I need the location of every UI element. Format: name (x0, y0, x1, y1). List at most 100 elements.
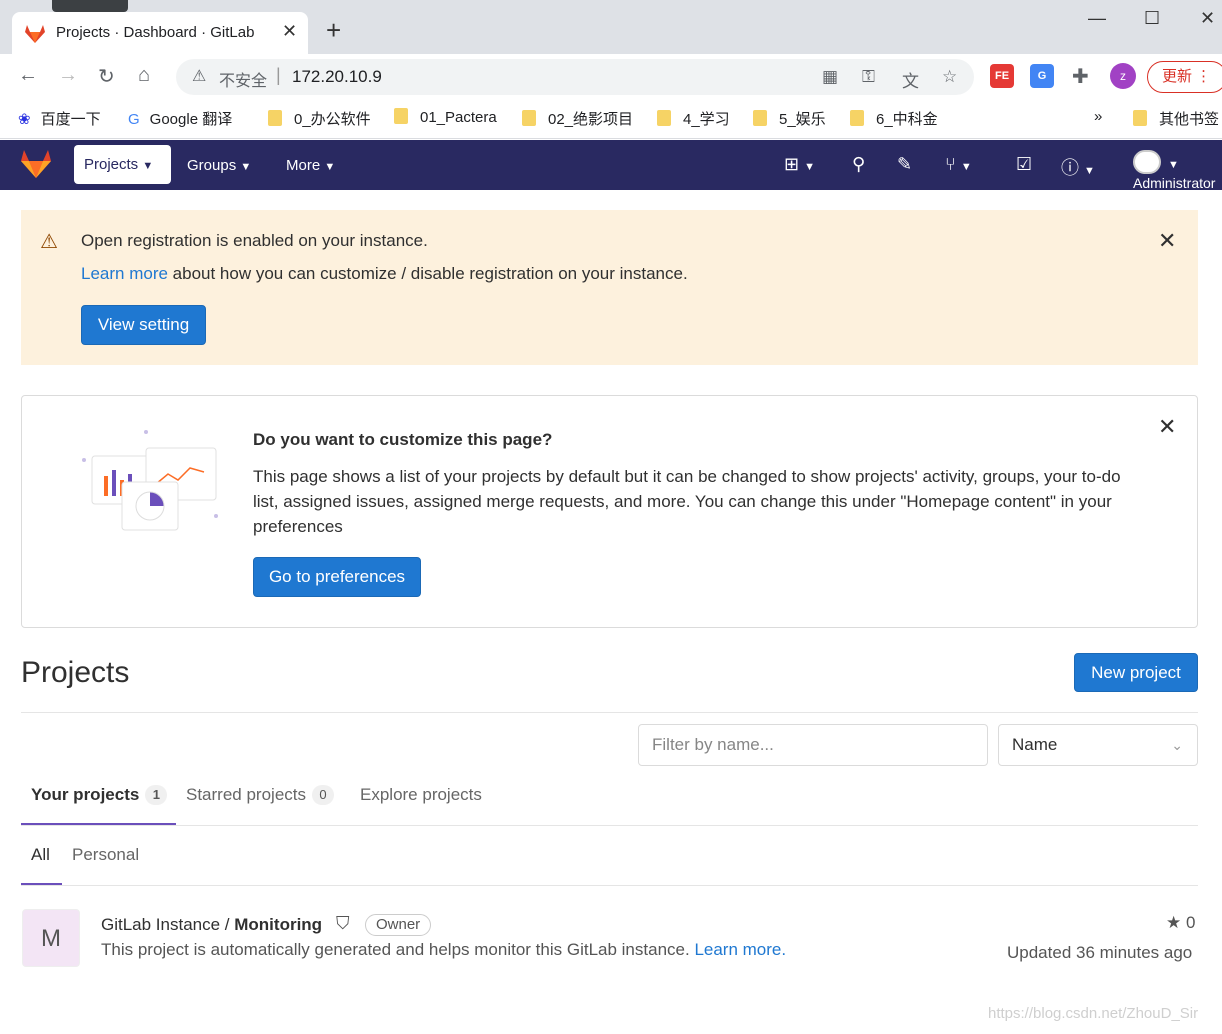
learn-more-link[interactable]: Learn more (81, 264, 168, 283)
todo-icon[interactable]: ☑ (1016, 154, 1032, 175)
baidu-paw-icon: ❀ (18, 111, 31, 128)
sort-select[interactable]: Name ⌄ (998, 724, 1198, 766)
subtab-all[interactable]: All (31, 845, 50, 865)
nav-groups-dropdown[interactable]: Groups ▼ (187, 157, 251, 174)
home-icon[interactable]: ⌂ (138, 64, 150, 87)
help-icon[interactable]: ⓘ ▼ (1061, 154, 1095, 180)
gitlab-navbar: Projects ▼ Groups ▼ More ▼ ⊞ ▼ ⚲ ✎ ⑂ ▼ ☑… (0, 140, 1222, 191)
bookmarks-overflow-icon[interactable]: » (1094, 108, 1102, 125)
plus-square-icon[interactable]: ⊞ ▼ (784, 154, 815, 175)
nav-projects-dropdown[interactable]: Projects ▼ (74, 145, 171, 184)
alert-body: Learn more about how you can customize /… (81, 264, 688, 283)
project-title-link[interactable]: GitLab Instance / Monitoring (101, 915, 322, 935)
tab-close-icon[interactable]: ✕ (282, 21, 297, 42)
close-icon[interactable]: ✕ (1158, 414, 1176, 440)
bookmark-folder[interactable]: 6_中科金 (850, 108, 938, 129)
window-grip (52, 0, 128, 12)
google-translate-extension-icon[interactable]: G (1030, 64, 1054, 88)
gitlab-logo-icon[interactable] (20, 149, 52, 179)
merge-request-icon[interactable]: ⑂ ▼ (945, 154, 972, 175)
updated-timestamp: Updated 36 minutes ago (1007, 943, 1193, 962)
chevron-down-icon: ▼ (324, 161, 336, 173)
callout-title: Do you want to customize this page? (253, 430, 553, 449)
project-avatar[interactable]: M (22, 909, 80, 967)
gitlab-favicon-icon (25, 25, 45, 43)
divider (21, 712, 1198, 713)
folder-icon (753, 110, 767, 126)
forward-icon[interactable]: → (58, 64, 78, 87)
window-close-icon[interactable]: ✕ (1200, 8, 1215, 29)
bookmark-folder[interactable]: 01_Pactera (394, 108, 497, 126)
maximize-icon[interactable]: ☐ (1144, 8, 1160, 29)
translate-icon[interactable]: 文 (902, 67, 919, 92)
registration-alert: ⚠ Open registration is enabled on your i… (21, 210, 1198, 365)
tab-explore-projects[interactable]: Explore projects (360, 785, 482, 805)
customize-homepage-callout: Do you want to customize this page? This… (21, 395, 1198, 628)
role-badge: Owner (365, 914, 432, 936)
new-project-button[interactable]: New project (1074, 653, 1198, 692)
view-setting-button[interactable]: View setting (81, 305, 206, 345)
browser-tab[interactable]: Projects · Dashboard · GitLab ✕ (12, 12, 308, 54)
illustration (82, 430, 218, 531)
bookmark-star-icon[interactable]: ☆ (942, 67, 957, 87)
fe-extension-icon[interactable]: FE (990, 64, 1014, 88)
learn-more-link[interactable]: Learn more. (694, 940, 786, 959)
chevron-down-icon: ⌄ (1171, 737, 1183, 753)
project-description: This project is automatically generated … (101, 940, 787, 959)
close-icon[interactable]: ✕ (1158, 228, 1176, 254)
chevron-down-icon: ▼ (240, 161, 252, 173)
callout-body: This page shows a list of your projects … (253, 467, 1121, 536)
warning-icon: ⚠ (40, 231, 58, 253)
folder-icon (657, 110, 671, 126)
tab-title: Projects · Dashboard · GitLab (56, 24, 255, 41)
chevron-down-icon: ▼ (142, 160, 154, 172)
alert-title: Open registration is enabled on your ins… (81, 231, 428, 250)
profile-avatar[interactable]: z (1110, 63, 1136, 89)
update-label: 更新 (1162, 68, 1193, 85)
go-to-preferences-button[interactable]: Go to preferences (253, 557, 421, 597)
avatar[interactable] (1133, 150, 1161, 174)
insecure-label: 不安全 (219, 73, 268, 90)
star-icon: ★ (1166, 913, 1182, 932)
user-name: Administrator (1133, 175, 1216, 191)
bookmark-google-translate[interactable]: G Google 翻译 (128, 108, 232, 129)
minimize-icon[interactable]: — (1088, 8, 1106, 29)
bookmark-folder[interactable]: 02_绝影项目 (522, 108, 633, 129)
watermark: https://blog.csdn.net/ZhouD_Sir (988, 1005, 1199, 1022)
folder-icon (394, 108, 408, 124)
tab-your-projects[interactable]: Your projects 1 (31, 785, 168, 805)
folder-icon (850, 110, 864, 126)
chevron-down-icon[interactable]: ▼ (1168, 159, 1179, 171)
tab-starred-projects[interactable]: Starred projects 0 (186, 785, 334, 805)
count-badge: 1 (145, 785, 168, 805)
issues-icon[interactable]: ✎ (897, 154, 912, 175)
google-translate-icon: G (128, 111, 140, 128)
back-icon[interactable]: ← (18, 64, 38, 87)
folder-icon (522, 110, 536, 126)
update-button[interactable]: 更新 ⋮ (1147, 61, 1222, 93)
url-text[interactable]: 172.20.10.9 (292, 67, 382, 87)
browser-titlebar: Projects · Dashboard · GitLab ✕ + — ☐ ✕ (0, 0, 1222, 54)
reload-icon[interactable]: ↻ (98, 64, 115, 89)
folder-icon (268, 110, 282, 126)
bookmark-baidu[interactable]: ❀ 百度一下 (18, 108, 101, 129)
count-badge: 0 (312, 785, 334, 805)
star-count[interactable]: ★ 0 (1166, 913, 1195, 933)
bookmark-folder[interactable]: 5_娱乐 (753, 108, 826, 129)
search-icon[interactable]: ⚲ (852, 154, 865, 175)
bookmark-folder[interactable]: 0_办公软件 (268, 108, 371, 129)
other-bookmarks[interactable]: 其他书签 (1133, 108, 1219, 129)
new-tab-icon[interactable]: + (326, 17, 341, 43)
page-title: Projects (21, 656, 130, 689)
key-icon[interactable]: ⚿ (862, 67, 875, 87)
separator: | (276, 65, 281, 85)
qr-code-icon[interactable]: ▦ (822, 67, 838, 87)
address-bar[interactable]: ⚠ 不安全 | 172.20.10.9 ▦ ⚿ 文 ☆ (176, 59, 974, 95)
folder-icon (1133, 110, 1147, 126)
filter-input[interactable]: Filter by name... (638, 724, 988, 766)
divider (21, 825, 1198, 826)
nav-more-dropdown[interactable]: More ▼ (286, 157, 335, 174)
extensions-puzzle-icon[interactable]: ✚ (1072, 64, 1089, 89)
bookmark-folder[interactable]: 4_学习 (657, 108, 730, 129)
subtab-personal[interactable]: Personal (72, 845, 139, 865)
